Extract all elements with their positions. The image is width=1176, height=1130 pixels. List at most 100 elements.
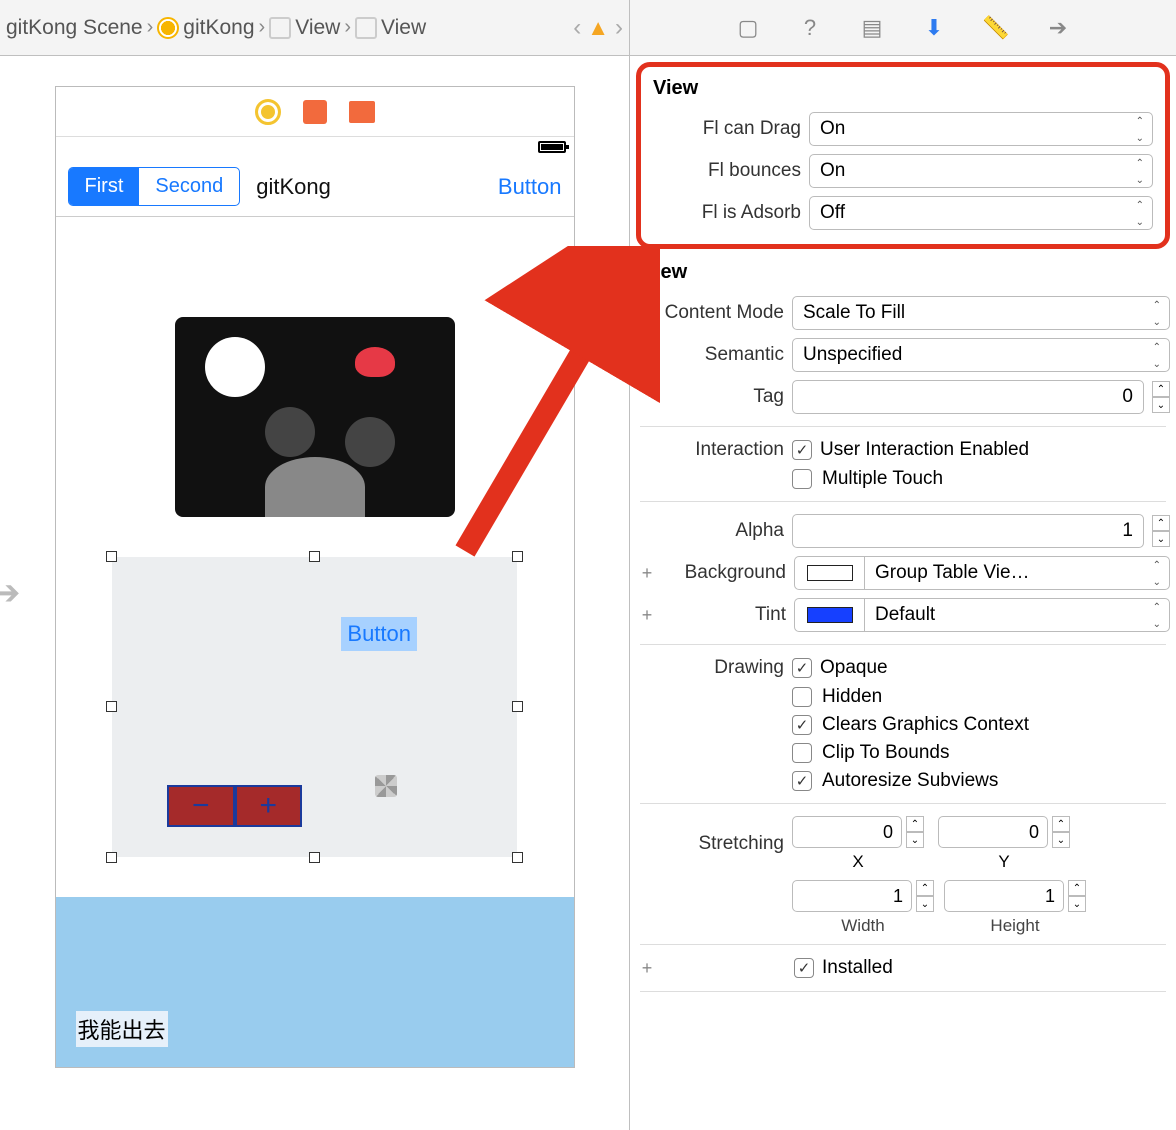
inspector-tabs[interactable]: ▢ ? ▤ ⬇ 📏 ➔ [630,0,1176,56]
viewcontroller-icon [157,17,179,39]
breadcrumb[interactable]: gitKong Scene › gitKong › View › View ‹ … [0,0,629,56]
add-tint-icon[interactable]: + [636,605,658,626]
stretch-y-stepper[interactable]: ⌃⌄ [1052,816,1070,848]
tag-input[interactable]: 0 [792,380,1144,414]
custom-properties-highlight: View Fl can Drag On Fl bounces On Fl is … [636,62,1170,249]
size-inspector-icon[interactable]: 📏 [982,14,1010,42]
user-interaction-text: User Interaction Enabled [820,439,1029,461]
opaque-checkbox[interactable] [792,658,812,678]
segmented-control[interactable]: First Second [68,167,241,206]
clears-checkbox[interactable] [792,715,812,735]
content-mode-label: Content Mode [636,302,784,324]
segment-second[interactable]: Second [139,168,239,205]
nav-bar-button[interactable]: Button [498,174,562,200]
alpha-stepper[interactable]: ⌃⌄ [1152,515,1170,547]
resize-handle[interactable] [106,551,117,562]
fl-bounces-select[interactable]: On [809,154,1153,188]
clip-text: Clip To Bounds [822,742,949,764]
background-swatch[interactable] [794,556,864,590]
nav-forward-icon[interactable]: › [615,14,623,42]
ui-button[interactable]: Button [341,617,417,651]
document-outline-toggle[interactable]: ➔ [0,573,21,613]
stretch-h-cap: Height [990,916,1039,936]
hidden-text: Hidden [822,686,882,708]
connections-inspector-icon[interactable]: ➔ [1044,14,1072,42]
stepper-plus[interactable]: + [235,785,303,827]
tint-select[interactable]: Default [864,598,1170,632]
stepper-minus[interactable]: − [167,785,235,827]
identity-inspector-icon[interactable]: ▤ [858,14,886,42]
section-title: View [630,255,1176,292]
tag-stepper[interactable]: ⌃⌄ [1152,381,1170,413]
crumb-scene[interactable]: gitKong Scene [6,16,143,40]
stretch-h-input[interactable]: 1 [944,880,1064,912]
stretch-w-input[interactable]: 1 [792,880,912,912]
clears-text: Clears Graphics Context [822,714,1029,736]
ui-stepper[interactable]: − + [167,785,302,827]
stretch-y-input[interactable]: 0 [938,816,1048,848]
add-background-icon[interactable]: + [636,563,658,584]
clip-checkbox[interactable] [792,743,812,763]
selected-view[interactable]: Button − + [112,557,517,857]
stretch-x-cap: X [852,852,863,872]
stretch-w-stepper[interactable]: ⌃⌄ [916,880,934,912]
hidden-checkbox[interactable] [792,687,812,707]
view-icon [355,17,377,39]
autoresize-text: Autoresize Subviews [822,770,998,792]
resize-handle[interactable] [106,852,117,863]
stretch-h-stepper[interactable]: ⌃⌄ [1068,880,1086,912]
view-icon [269,17,291,39]
embed-icon[interactable] [303,100,327,124]
warning-icon[interactable]: ▲ [587,15,609,41]
add-installed-icon[interactable]: + [636,958,658,979]
nav-back-icon[interactable]: ‹ [573,14,581,42]
user-interaction-checkbox[interactable] [792,440,812,460]
background-select[interactable]: Group Table Vie… [864,556,1170,590]
exit-icon[interactable] [349,101,375,123]
file-inspector-icon[interactable]: ▢ [734,14,762,42]
stretching-label: Stretching [636,833,784,855]
crumb-view1[interactable]: View [269,16,340,40]
canvas-phone[interactable]: First Second gitKong Button [55,86,575,1068]
installed-checkbox[interactable] [794,958,814,978]
tag-label: Tag [636,386,784,408]
segment-first[interactable]: First [69,168,140,205]
help-inspector-icon[interactable]: ? [796,14,824,42]
drawing-label: Drawing [636,657,784,679]
crumb-label: gitKong [183,16,254,40]
resize-handle[interactable] [512,701,523,712]
resize-handle[interactable] [106,701,117,712]
background-label: Background [666,562,786,584]
canvas-toolbar [56,87,574,137]
tint-swatch[interactable] [794,598,864,632]
chevron-right-icon: › [259,16,266,39]
image-view-gorilla [175,317,455,517]
crumb-vc[interactable]: gitKong [157,16,254,40]
stretch-x-stepper[interactable]: ⌃⌄ [906,816,924,848]
resize-handle[interactable] [309,852,320,863]
bottom-panel: 我能出去 [56,897,574,1067]
fl-adsorb-select[interactable]: Off [809,196,1153,230]
interaction-label: Interaction [636,439,784,461]
content-mode-select[interactable]: Scale To Fill [792,296,1170,330]
autoresize-checkbox[interactable] [792,771,812,791]
chevron-right-icon: › [344,16,351,39]
crumb-view2[interactable]: View [355,16,426,40]
semantic-select[interactable]: Unspecified [792,338,1170,372]
alpha-input[interactable]: 1 [792,514,1144,548]
battery-icon [538,141,566,153]
stretch-x-input[interactable]: 0 [792,816,902,848]
alpha-label: Alpha [636,520,784,542]
resize-handle[interactable] [512,852,523,863]
crumb-label: gitKong Scene [6,16,143,40]
resize-handle[interactable] [512,551,523,562]
section-title: View [647,71,1159,108]
simulated-metrics-icon[interactable] [255,99,281,125]
attributes-inspector-icon[interactable]: ⬇ [920,14,948,42]
stretch-w-cap: Width [841,916,884,936]
navigation-bar: First Second gitKong Button [56,157,574,217]
multiple-touch-checkbox[interactable] [792,469,812,489]
fl-can-drag-select[interactable]: On [809,112,1153,146]
fl-adsorb-label: Fl is Adsorb [653,202,801,224]
resize-handle[interactable] [309,551,320,562]
